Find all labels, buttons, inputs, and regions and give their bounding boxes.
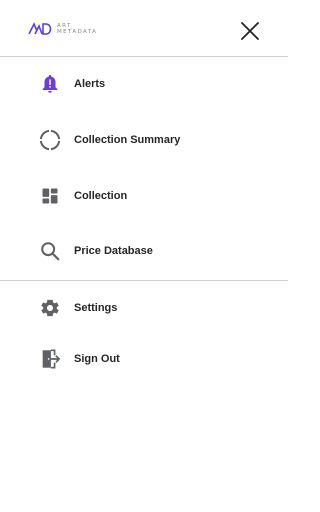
menu-item-label: Settings <box>74 302 118 314</box>
divider <box>0 280 288 281</box>
close-icon <box>241 22 259 40</box>
logo-mark-icon <box>28 22 52 35</box>
progress-ring-icon <box>39 129 61 151</box>
logo: ART METADATA <box>28 22 97 36</box>
sign-out-icon <box>39 348 61 370</box>
menu-item-label: Collection Summary <box>74 134 181 146</box>
search-icon <box>39 240 61 262</box>
divider <box>0 56 288 57</box>
drawer-header: ART METADATA <box>0 0 288 57</box>
menu-item-label: Sign Out <box>74 353 120 365</box>
menu-item-alerts[interactable]: Alerts <box>0 62 288 106</box>
close-button[interactable] <box>238 19 262 43</box>
bell-icon <box>39 73 61 95</box>
menu-item-label: Alerts <box>74 78 106 90</box>
menu-item-sign-out[interactable]: Sign Out <box>0 337 288 381</box>
logo-text-line2: METADATA <box>57 29 98 35</box>
menu-item-label: Price Database <box>74 245 153 257</box>
menu-item-settings[interactable]: Settings <box>0 286 288 330</box>
menu-item-price-database[interactable]: Price Database <box>0 229 288 273</box>
menu-item-collection[interactable]: Collection <box>0 174 288 218</box>
gear-icon <box>39 297 61 319</box>
dashboard-icon <box>39 185 61 207</box>
menu-item-label: Collection <box>74 190 128 202</box>
menu-item-collection-summary[interactable]: Collection Summary <box>0 118 288 162</box>
